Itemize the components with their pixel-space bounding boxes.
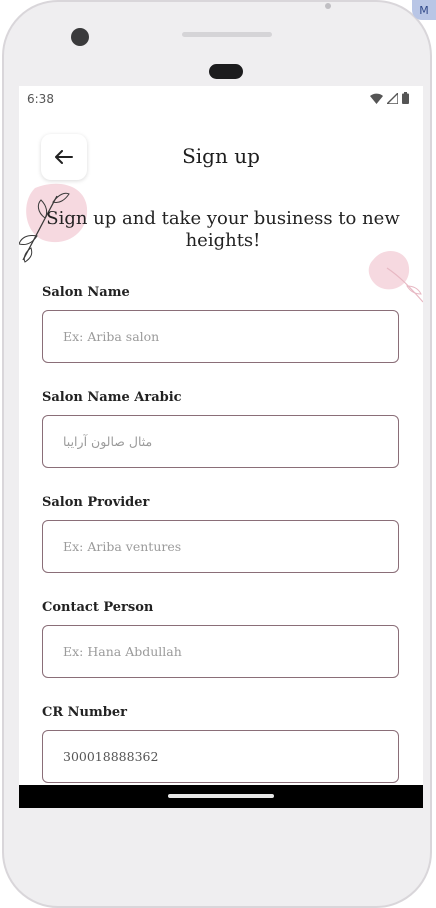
- home-gesture-handle[interactable]: [168, 794, 274, 798]
- cr-number-input[interactable]: [42, 730, 399, 783]
- salon-provider-input[interactable]: [42, 520, 399, 573]
- contact-person-input[interactable]: [42, 625, 399, 678]
- salon-name-input[interactable]: [42, 310, 399, 363]
- frame-dot: [325, 3, 331, 9]
- cr-number-label: CR Number: [42, 705, 127, 720]
- status-icons: [370, 92, 409, 104]
- status-time: 6:38: [27, 92, 54, 106]
- wifi-icon: [370, 93, 383, 104]
- salon-name-arabic-input[interactable]: [42, 415, 399, 468]
- contact-person-label: Contact Person: [42, 600, 154, 615]
- navigation-bar: [19, 785, 423, 808]
- page-title: Sign up: [182, 144, 260, 168]
- floral-decoration-right: [368, 250, 423, 303]
- corner-badge: M: [412, 0, 436, 20]
- sensor-pill: [209, 64, 243, 79]
- salon-provider-label: Salon Provider: [42, 495, 150, 510]
- page-subtitle: Sign up and take your business to new he…: [46, 208, 400, 251]
- status-bar: 6:38: [19, 86, 423, 112]
- earpiece-speaker: [182, 32, 272, 37]
- front-camera: [71, 28, 89, 46]
- battery-icon: [402, 92, 409, 104]
- salon-name-label: Salon Name: [42, 285, 130, 300]
- salon-name-arabic-label: Salon Name Arabic: [42, 390, 182, 405]
- signal-icon: [387, 92, 398, 104]
- app-screen: 6:38 Sign up Sign up and take your busin…: [19, 86, 423, 808]
